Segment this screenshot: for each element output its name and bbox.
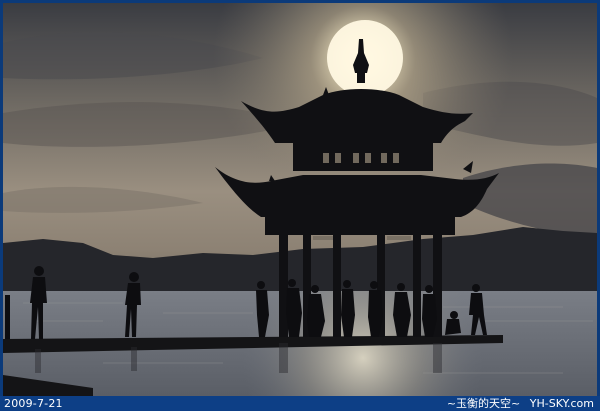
photo-frame: 2009-7-21 ~玉衡的天空~ YH-SKY.com [0, 0, 600, 411]
photo-date: 2009-7-21 [4, 397, 63, 410]
site-url: YH-SKY.com [529, 397, 594, 410]
blog-name: ~玉衡的天空~ [446, 397, 521, 410]
pavilion-sunset-photo [3, 3, 597, 396]
caption-bar: 2009-7-21 ~玉衡的天空~ YH-SKY.com [0, 396, 600, 411]
photo [3, 3, 597, 396]
watermark: ~玉衡的天空~ YH-SKY.com [441, 396, 594, 411]
